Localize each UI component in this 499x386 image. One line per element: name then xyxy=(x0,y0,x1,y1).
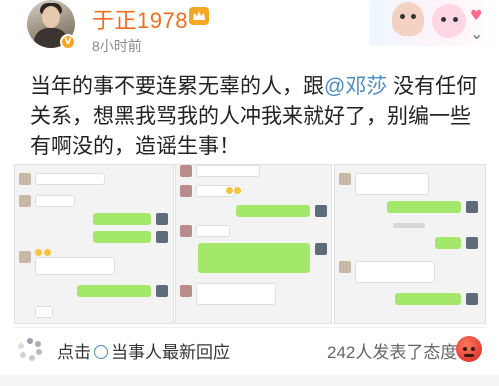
reply-text: 当事人最新回应 xyxy=(111,343,230,362)
chevron-down-icon[interactable]: ⌄ xyxy=(470,24,483,43)
reply-link[interactable]: 点击 当事人最新回应 xyxy=(57,338,230,363)
sticker-character xyxy=(432,4,466,38)
loading-dots-icon xyxy=(18,338,42,362)
chat-screenshot[interactable] xyxy=(334,164,486,324)
reply-prefix: 点击 xyxy=(57,343,91,362)
reply-link-icon xyxy=(94,345,108,359)
bottom-bar xyxy=(0,375,499,386)
post-text: 当年的事不要连累无辜的人，跟@邓莎 没有任何关系，想黑我骂我的人冲我来就好了，别… xyxy=(30,72,480,162)
angry-emoji-icon[interactable] xyxy=(456,336,482,362)
reaction-count[interactable]: 242人发表了态度 xyxy=(327,338,457,363)
verified-badge-icon: V xyxy=(60,34,76,50)
sticker-character xyxy=(392,2,424,36)
chat-screenshot[interactable] xyxy=(14,164,174,324)
post-footer: 点击 当事人最新回应 242人发表了态度 xyxy=(0,330,499,370)
post-text-part: 当年的事不要连累无辜的人，跟 xyxy=(30,75,324,98)
divider xyxy=(14,327,486,328)
chat-screenshot[interactable] xyxy=(175,164,332,324)
post-header: V 于正1978 8小时前 ♥ ⌄ xyxy=(0,0,499,64)
weibo-post: V 于正1978 8小时前 ♥ ⌄ 当年的事不要连累无辜的人，跟@邓莎 没有任何… xyxy=(0,0,499,386)
crown-icon xyxy=(189,7,209,25)
username[interactable]: 于正1978 xyxy=(92,3,188,35)
heart-icon: ♥ xyxy=(470,8,483,24)
post-time: 8小时前 xyxy=(92,38,142,54)
mention-link[interactable]: @邓莎 xyxy=(324,75,387,98)
